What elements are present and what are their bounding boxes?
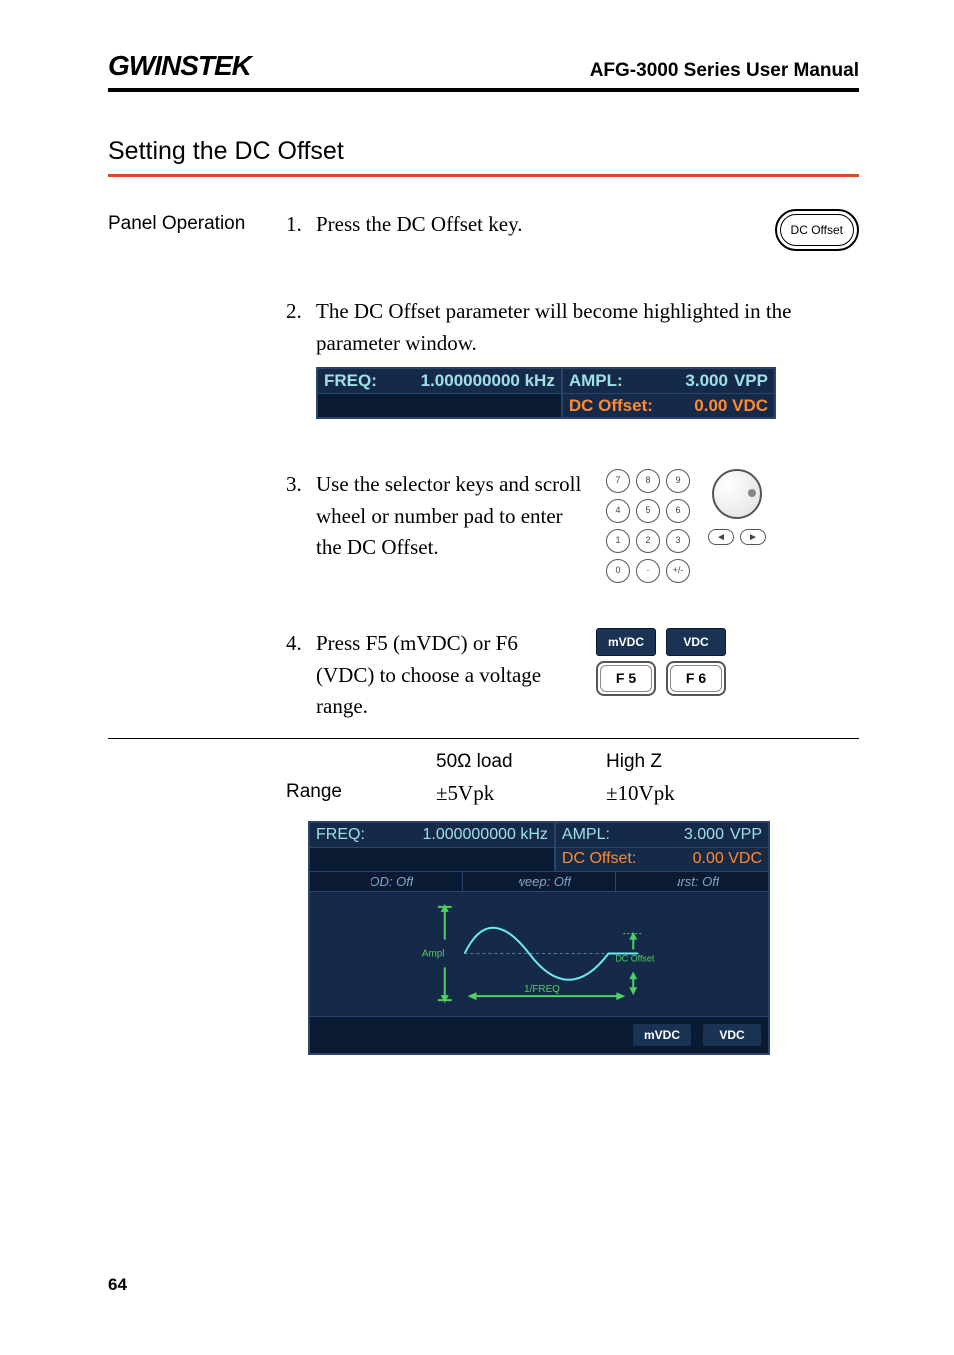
tab-burst: Burst: Off <box>615 872 768 891</box>
key-1[interactable]: 1 <box>606 529 630 553</box>
lcd-blank-row <box>318 393 561 417</box>
full-lcd-dcoffset-label: DC Offset: <box>562 850 636 868</box>
full-lcd-blank <box>310 847 554 871</box>
divider <box>108 738 859 739</box>
lcd-ampl-label: AMPL: <box>569 371 623 391</box>
lcd-freq-label: FREQ: <box>324 371 377 391</box>
key-sign[interactable]: +/- <box>666 559 690 583</box>
wave-freq-label: 1/FREQ <box>524 984 560 995</box>
arrow-left-button[interactable]: ◄ <box>708 529 734 545</box>
full-lcd-ampl-unit: VPP <box>730 826 762 844</box>
tab-mod: MOD: Off <box>310 872 462 891</box>
step-number: 3. <box>286 469 316 583</box>
brand-logo: GWINSTEK <box>108 50 251 82</box>
full-lcd-freq-value: 1.000000000 kHz <box>422 826 547 844</box>
mvdc-softkey[interactable]: mVDC <box>596 628 656 656</box>
dc-offset-key[interactable]: DC Offset <box>775 209 859 251</box>
key-7[interactable]: 7 <box>606 469 630 493</box>
lcd-dcoffset-label: DC Offset: <box>569 396 653 416</box>
full-lcd-freq-label: FREQ: <box>316 826 365 844</box>
range-50ohm-value: ±5Vpk <box>436 781 606 806</box>
key-dot[interactable]: · <box>636 559 660 583</box>
dc-offset-key-label: DC Offset <box>780 214 854 246</box>
lcd-dcoffset-value: 0.00 VDC <box>694 396 768 416</box>
step-number: 4. <box>286 628 316 723</box>
range-header-50ohm: 50Ω load <box>436 751 606 773</box>
step-text: The DC Offset parameter will become high… <box>316 296 859 359</box>
lcd-freq-value: 1.000000000 kHz <box>421 371 555 391</box>
step-text: Press the DC Offset key. <box>316 209 755 241</box>
bottom-mvdc-softkey[interactable]: mVDC <box>632 1023 692 1047</box>
step-number: 1. <box>286 209 316 251</box>
key-6[interactable]: 6 <box>666 499 690 523</box>
full-lcd-dcoffset-value: 0.00 VDC <box>693 850 762 868</box>
key-9[interactable]: 9 <box>666 469 690 493</box>
lcd-ampl-value: 3.000 <box>685 371 728 391</box>
full-lcd-ampl-label: AMPL: <box>562 826 610 844</box>
arrow-right-button[interactable]: ► <box>740 529 766 545</box>
step-text: Use the selector keys and scroll wheel o… <box>316 469 586 564</box>
waveform-display: Ampl 1/FREQ DC Offset <box>310 891 768 1016</box>
key-2[interactable]: 2 <box>636 529 660 553</box>
page-number: 64 <box>108 1275 859 1295</box>
panel-operation-label: Panel Operation <box>108 209 286 235</box>
range-row-label: Range <box>286 781 436 806</box>
range-highz-value: ±10Vpk <box>606 781 859 806</box>
full-lcd-display: FREQ: 1.000000000 kHz AMPL: 3.000 VPP DC… <box>308 821 770 1055</box>
bottom-vdc-softkey[interactable]: VDC <box>702 1023 762 1047</box>
scroll-wheel[interactable] <box>712 469 762 519</box>
step-text: Press F5 (mVDC) or F6 (VDC) to choose a … <box>316 628 576 723</box>
f6-key-label: F 6 <box>670 665 722 692</box>
key-8[interactable]: 8 <box>636 469 660 493</box>
key-5[interactable]: 5 <box>636 499 660 523</box>
section-heading: Setting the DC Offset <box>108 137 859 177</box>
step-number: 2. <box>286 296 316 359</box>
lcd-ampl-unit: VPP <box>734 371 768 391</box>
range-header-highz: High Z <box>606 751 859 773</box>
wave-ampl-label: Ampl <box>422 948 445 959</box>
tab-sweep: Sweep: Off <box>462 872 615 891</box>
vdc-softkey[interactable]: VDC <box>666 628 726 656</box>
full-lcd-ampl-value: 3.000 <box>684 826 724 844</box>
manual-title: AFG-3000 Series User Manual <box>590 60 859 82</box>
key-3[interactable]: 3 <box>666 529 690 553</box>
key-0[interactable]: 0 <box>606 559 630 583</box>
key-4[interactable]: 4 <box>606 499 630 523</box>
page-header: GWINSTEK AFG-3000 Series User Manual <box>108 50 859 92</box>
f6-key[interactable]: F 6 <box>666 661 726 696</box>
wave-dcoffset-label: DC Offset <box>615 953 654 963</box>
lcd-parameter-window: FREQ: 1.000000000 kHz AMPL: 3.000 VPP DC… <box>316 367 776 419</box>
f5-key[interactable]: F 5 <box>596 661 656 696</box>
f5-key-label: F 5 <box>600 665 652 692</box>
number-keypad[interactable]: 7 8 9 4 5 6 1 2 3 0 · +/ <box>606 469 690 583</box>
